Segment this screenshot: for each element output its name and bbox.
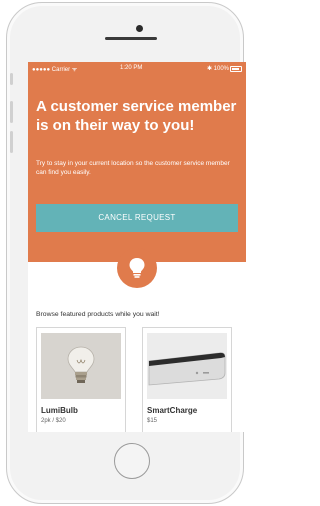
front-camera <box>136 25 143 32</box>
battery-percent: ⁠✱ 100% <box>206 66 229 72</box>
product-name: SmartCharge <box>147 406 198 415</box>
product-price: 2pk / $20 <box>41 418 66 424</box>
speaker-grille <box>105 37 157 40</box>
hero-subtitle: Try to stay in your current location so … <box>36 160 230 176</box>
hero-banner: ●●●●● Carrier ⁠ᯤ 1:20 PM ⁠✱ 100% A custo… <box>28 62 246 262</box>
product-name: LumiBulb <box>41 406 78 415</box>
silent-switch <box>10 73 13 85</box>
app-screen: ●●●●● Carrier ⁠ᯤ 1:20 PM ⁠✱ 100% A custo… <box>28 62 246 432</box>
lightbulb-icon <box>129 258 145 278</box>
battery-icon <box>230 66 242 72</box>
volume-up-button <box>10 101 13 123</box>
browse-label: Browse featured products while you wait! <box>36 311 160 318</box>
page-title: A customer service member is on their wa… <box>36 98 237 134</box>
clock-label: 1:20 PM <box>120 65 143 71</box>
lightbulb-badge <box>117 248 157 288</box>
cancel-request-button[interactable]: CANCEL REQUEST <box>36 204 238 232</box>
home-button[interactable] <box>114 443 150 479</box>
product-card-lumibulb[interactable]: LumiBulb 2pk / $20 <box>36 327 126 432</box>
lightbulb-product-image <box>41 333 121 399</box>
volume-down-button <box>10 131 13 153</box>
phone-product-image <box>147 333 227 399</box>
status-bar: ●●●●● Carrier ⁠ᯤ 1:20 PM ⁠✱ 100% <box>28 62 246 74</box>
product-card-smartcharge[interactable]: SmartCharge $15 <box>142 327 232 432</box>
carrier-label: ●●●●● Carrier ⁠ᯤ <box>32 67 78 73</box>
product-price: $15 <box>147 418 158 424</box>
